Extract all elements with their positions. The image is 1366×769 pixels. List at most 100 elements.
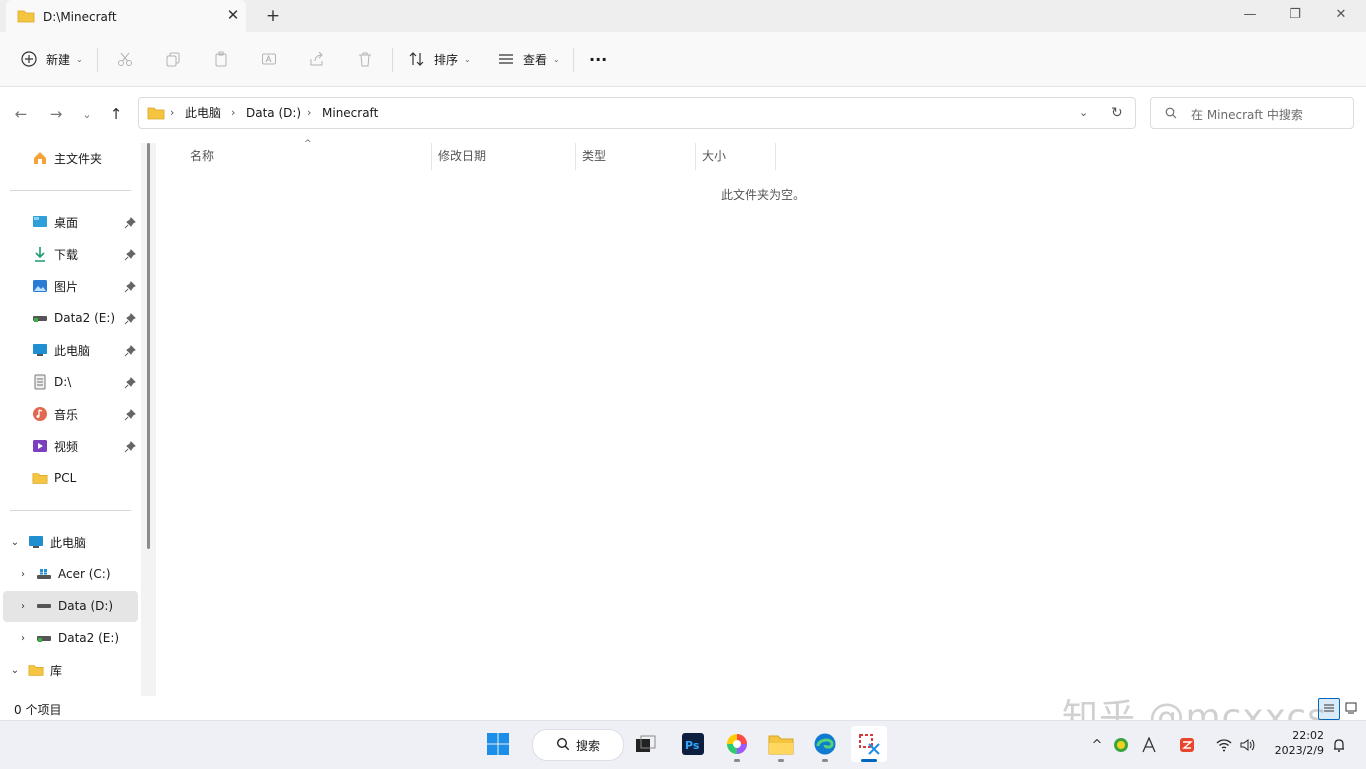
forward-arrow-icon[interactable]: → (44, 100, 68, 128)
maximize-button[interactable]: ❐ (1272, 0, 1318, 30)
chevron-down-icon: ⌄ (464, 54, 471, 64)
tree-item-data-d[interactable]: › Data (D:) (18, 592, 154, 620)
tree-item-library[interactable]: ⌄ 库 (10, 656, 146, 684)
breadcrumb-this-pc[interactable]: 此电脑 (185, 98, 221, 128)
running-indicator (778, 759, 784, 762)
copy-button[interactable] (164, 32, 182, 86)
running-indicator (822, 759, 828, 762)
tray-app-icon[interactable] (1112, 736, 1130, 754)
chevron-right-icon: › (231, 106, 236, 119)
tree-item-data2-e[interactable]: › Data2 (E:) (18, 624, 154, 652)
tree-item-acer-c[interactable]: › Acer (C:) (18, 560, 154, 588)
tree-item-label: 此电脑 (50, 535, 87, 550)
windows-drive-icon (36, 566, 52, 582)
address-bar[interactable]: › 此电脑 › Data (D:) › Minecraft ⌄ ↻ (138, 97, 1136, 129)
sort-label: 排序 (434, 52, 459, 67)
status-item-count: 0 个项目 (14, 703, 62, 717)
download-icon (32, 246, 48, 262)
rename-icon (260, 50, 278, 68)
edge-browser-icon[interactable] (807, 726, 843, 762)
close-window-button[interactable]: ✕ (1318, 0, 1364, 30)
trash-icon (356, 50, 374, 68)
tab-active[interactable]: D:\Minecraft ✕ (6, 0, 246, 33)
sidebar-item-label: PCL (54, 471, 77, 485)
tree-item-label: Data (D:) (58, 599, 114, 613)
search-input[interactable]: 在 Minecraft 中搜索 (1150, 97, 1354, 129)
sidebar-item-label: 桌面 (54, 215, 79, 230)
search-icon (556, 737, 570, 754)
recent-locations-icon[interactable]: ⌄ (75, 100, 99, 128)
column-divider[interactable] (775, 143, 776, 170)
sidebar-divider (10, 190, 131, 191)
pin-icon (124, 249, 136, 261)
task-view-icon[interactable] (628, 726, 664, 762)
chevron-right-icon[interactable]: › (18, 633, 28, 644)
chevron-right-icon[interactable]: › (18, 601, 28, 612)
up-arrow-icon[interactable]: ↑ (104, 100, 128, 128)
volume-icon[interactable] (1239, 736, 1257, 754)
photoshop-app-icon[interactable]: Ps (675, 726, 711, 762)
tree-item-label: 库 (50, 663, 63, 678)
desktop-icon (32, 214, 48, 230)
font-app-icon[interactable] (1140, 736, 1158, 754)
sidebar-scrollbar[interactable] (147, 143, 150, 549)
new-tab-button[interactable]: + (260, 4, 286, 28)
clock[interactable]: 22:02 2023/2/9 (1268, 728, 1324, 758)
large-icons-view-icon[interactable] (1343, 700, 1359, 716)
view-button[interactable]: 查看 ⌄ (497, 32, 560, 86)
chevron-right-icon: › (170, 106, 175, 119)
column-divider[interactable] (695, 143, 696, 170)
column-divider[interactable] (575, 143, 576, 170)
file-explorer-app-icon[interactable] (763, 726, 799, 762)
breadcrumb-data-d[interactable]: Data (D:) (246, 98, 301, 128)
pictures-icon (32, 278, 48, 294)
chevron-down-icon: ⌄ (553, 54, 560, 64)
folder-icon (17, 9, 35, 26)
column-header-type[interactable]: 类型 (582, 143, 606, 170)
empty-folder-message: 此文件夹为空。 (721, 188, 806, 202)
cut-button[interactable] (116, 32, 134, 86)
clock-date: 2023/2/9 (1274, 744, 1324, 757)
delete-button[interactable] (356, 32, 374, 86)
refresh-icon[interactable]: ↻ (1111, 98, 1123, 128)
column-header-name[interactable]: 名称 (190, 143, 214, 170)
close-tab-button[interactable]: ✕ (222, 3, 244, 27)
share-button[interactable] (308, 32, 326, 86)
column-divider[interactable] (431, 143, 432, 170)
chevron-down-icon[interactable]: ⌄ (1079, 98, 1088, 128)
new-button[interactable]: 新建 ⌄ (20, 32, 83, 86)
column-header-size[interactable]: 大小 (702, 143, 726, 170)
drive-icon (36, 598, 52, 614)
column-header-modified[interactable]: 修改日期 (438, 143, 486, 170)
chevron-up-icon[interactable]: ^ (1088, 736, 1106, 754)
back-arrow-icon[interactable]: ← (9, 100, 33, 128)
notification-icon[interactable] (1330, 736, 1348, 754)
rename-button[interactable] (260, 32, 278, 86)
pin-icon (124, 281, 136, 293)
sidebar-item-label: 主文件夹 (54, 151, 103, 166)
windows-start-icon[interactable] (480, 726, 516, 762)
drive-icon (32, 310, 48, 326)
pin-icon (124, 441, 136, 453)
folder-icon (32, 470, 48, 486)
wps-app-icon[interactable] (1178, 736, 1196, 754)
tree-item-this-pc[interactable]: ⌄ 此电脑 (10, 528, 146, 556)
sidebar-item-label: 图片 (54, 279, 79, 294)
chevron-down-icon[interactable]: ⌄ (10, 665, 20, 676)
snipping-tool-icon[interactable] (851, 726, 887, 762)
breadcrumb-minecraft[interactable]: Minecraft (322, 98, 378, 128)
pin-icon (124, 377, 136, 389)
paste-button[interactable] (212, 32, 230, 86)
chevron-right-icon[interactable]: › (18, 569, 28, 580)
taskbar-search-button[interactable]: 搜索 (532, 729, 624, 761)
wifi-icon[interactable] (1215, 736, 1233, 754)
more-options-button[interactable]: ··· (589, 32, 607, 86)
chevron-down-icon[interactable]: ⌄ (10, 537, 20, 548)
sort-button[interactable]: 排序 ⌄ (408, 32, 471, 86)
home-icon (32, 150, 48, 166)
minimize-button[interactable]: — (1227, 0, 1273, 30)
sidebar-item-label: 下载 (54, 247, 79, 262)
search-icon (1165, 107, 1177, 122)
color-wheel-app-icon[interactable] (719, 726, 755, 762)
sidebar-item-label: 音乐 (54, 407, 79, 422)
